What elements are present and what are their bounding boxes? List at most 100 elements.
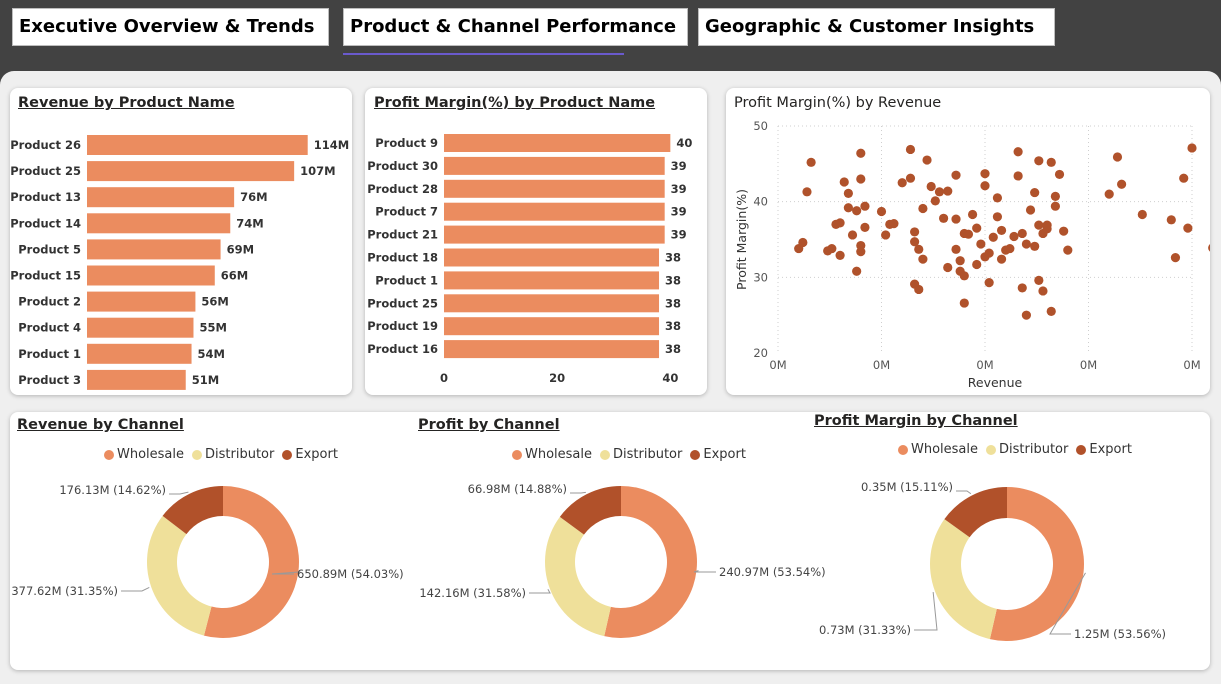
revenue-by-product-chart[interactable]: Product 26 114M Product 25 107M Product 13 76… [10,88,352,395]
bar[interactable] [87,213,231,234]
scatter-point[interactable] [1104,189,1114,199]
scatter-point[interactable] [1021,239,1031,249]
scatter-point[interactable] [827,243,837,254]
scatter-point[interactable] [1021,310,1031,320]
scatter-point[interactable] [972,259,982,270]
profit-margin-by-product-chart[interactable]: Product 9 40 Product 30 39 Product 28 39 Produ… [365,88,707,395]
scatter-point[interactable] [1034,156,1044,166]
scatter-point[interactable] [1046,157,1056,167]
scatter-point[interactable] [943,186,953,196]
scatter-point[interactable] [1034,220,1044,230]
scatter-point[interactable] [1017,228,1027,239]
scatter-point[interactable] [1117,179,1127,189]
tab-product-channel[interactable]: Product & Channel Performance [343,8,688,46]
scatter-point[interactable] [992,193,1003,203]
scatter-point[interactable] [959,298,969,308]
bar[interactable] [87,265,215,286]
bar[interactable] [444,248,660,267]
donut-slice[interactable] [545,516,611,637]
donut-slice[interactable] [147,515,212,636]
bar[interactable] [87,369,186,390]
scatter-point[interactable] [1017,283,1027,293]
tab-geographic-customer[interactable]: Geographic & Customer Insights [698,8,1055,46]
scatter-point[interactable] [802,187,812,197]
bar[interactable] [444,179,665,198]
scatter-point[interactable] [1025,205,1036,215]
scatter-point[interactable] [881,230,891,240]
scatter-point[interactable] [856,240,866,251]
profit-margin-by-product-card[interactable]: Profit Margin(%) by Product Name Product… [365,88,707,395]
channel-donut-charts[interactable]: 650.89M (54.03%) 377.62M (31.35%) 176.13M … [10,412,1210,670]
bar[interactable] [87,135,308,155]
scatter-point[interactable] [984,278,994,288]
scatter-point[interactable] [1034,275,1044,285]
scatter-point[interactable] [918,254,928,264]
scatter-point[interactable] [939,213,949,223]
scatter-point[interactable] [1166,215,1176,225]
scatter-point[interactable] [976,239,986,249]
bar[interactable] [444,271,660,290]
revenue-by-product-card[interactable]: Revenue by Product Name Product 26 114M Pr… [10,88,352,395]
scatter-point[interactable] [918,203,928,214]
scatter-point[interactable] [1038,286,1048,296]
scatter-point[interactable] [843,188,853,198]
scatter-point[interactable] [1137,209,1147,220]
scatter-point[interactable] [1030,187,1040,198]
bar[interactable] [444,225,665,244]
scatter-point[interactable] [860,201,870,211]
scatter-point[interactable] [963,229,974,239]
profit-margin-by-revenue-chart[interactable]: 20 30 40 50 0M 0M 0M 0M 0M Revenue Profit Margin(%… [726,88,1210,395]
scatter-point[interactable] [839,177,849,187]
profit-margin-by-revenue-card[interactable]: Profit Margin(%) by Revenue 20 30 40 50 0M 0M… [726,88,1210,395]
scatter-point[interactable] [1112,152,1123,162]
scatter-point[interactable] [889,219,899,229]
scatter-point[interactable] [996,225,1007,236]
bar[interactable] [444,202,665,221]
scatter-point[interactable] [876,206,887,217]
scatter-point[interactable] [1050,201,1060,211]
scatter-point[interactable] [955,256,965,266]
scatter-point[interactable] [1005,243,1015,254]
scatter-point[interactable] [843,203,853,213]
scatter-point[interactable] [967,209,978,220]
bar[interactable] [444,340,660,359]
scatter-point[interactable] [905,144,916,155]
scatter-point[interactable] [951,170,961,180]
scatter-point[interactable] [847,230,858,240]
scatter-point[interactable] [1187,143,1197,153]
bar[interactable] [444,156,665,175]
scatter-point[interactable] [914,244,924,254]
scatter-point[interactable] [860,222,870,232]
scatter-point[interactable] [852,266,862,276]
scatter-point[interactable] [943,262,953,273]
scatter-point[interactable] [852,206,862,216]
scatter-point[interactable] [951,214,961,224]
scatter-point[interactable] [926,181,936,192]
bar[interactable] [444,134,671,152]
scatter-point[interactable] [1030,241,1040,251]
scatter-point[interactable] [1046,306,1056,316]
scatter-point[interactable] [835,250,845,260]
scatter-point[interactable] [897,178,907,188]
bar[interactable] [87,239,221,260]
scatter-point[interactable] [914,284,924,295]
scatter-point[interactable] [1170,253,1181,263]
bar[interactable] [87,291,196,312]
bar[interactable] [87,187,235,208]
scatter-point[interactable] [984,248,994,258]
scatter-point[interactable] [856,174,866,184]
scatter-point[interactable] [835,218,845,228]
scatter-point[interactable] [951,244,961,254]
scatter-point[interactable] [1063,245,1073,255]
scatter-point[interactable] [988,232,998,242]
scatter-point[interactable] [798,237,808,248]
scatter-point[interactable] [1009,231,1019,242]
bar[interactable] [87,343,192,364]
scatter-point[interactable] [1013,147,1023,157]
scatter-point[interactable] [1013,171,1023,181]
scatter-point[interactable] [856,148,866,158]
bar[interactable] [444,317,660,336]
bar[interactable] [87,161,295,182]
scatter-point[interactable] [1042,220,1052,230]
scatter-point[interactable] [905,173,916,183]
